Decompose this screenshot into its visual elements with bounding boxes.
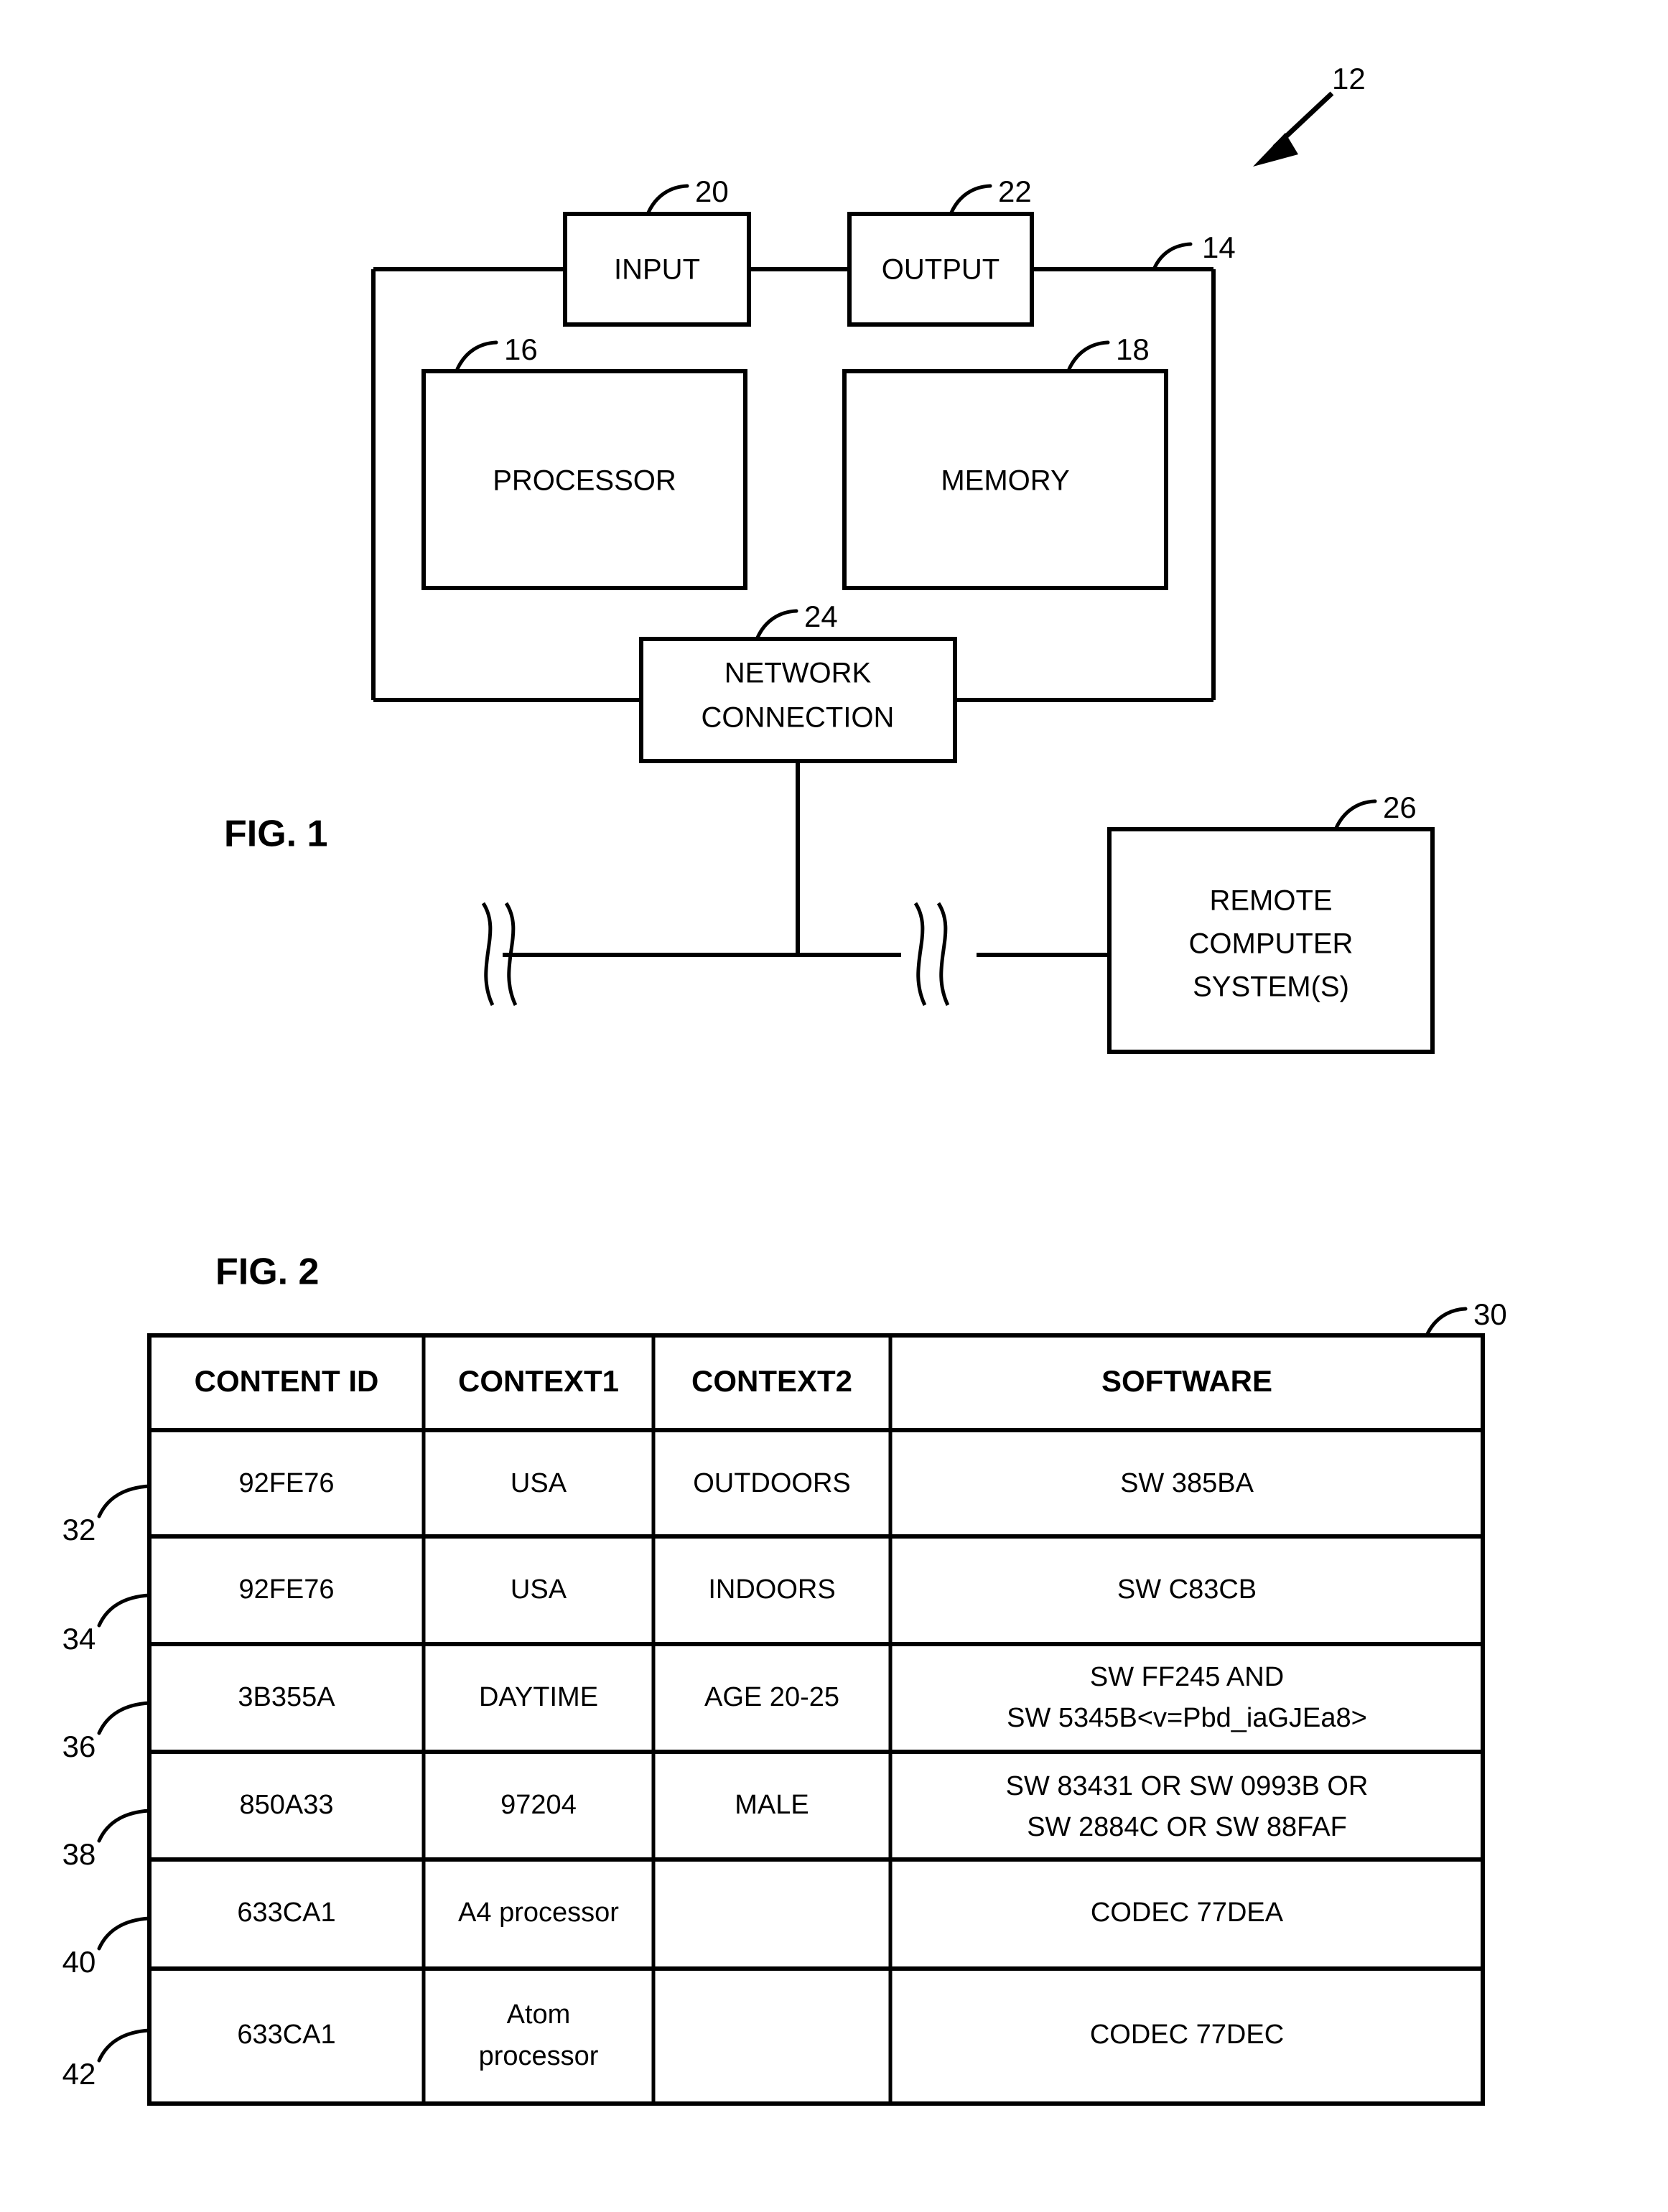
cell-context2: INDOORS [708,1574,835,1605]
block-memory: MEMORY [842,369,1168,590]
cell-context1-line2: processor [479,2041,599,2071]
ref-number-36: 36 [62,1730,96,1763]
block-remote-computer-system: REMOTE COMPUTER SYSTEM(S) [1107,827,1435,1054]
figure-2-label: FIG. 2 [215,1251,319,1293]
cell-context1: USA [511,1468,567,1498]
network-ref-leader [755,609,798,640]
cell-software: SW 385BA [1120,1468,1254,1498]
row-ref-leader-42 [97,2028,152,2063]
block-output: OUTPUT [847,212,1034,327]
block-network-connection-label-line1: NETWORK [724,658,872,689]
cell-content-id: 633CA1 [237,2020,335,2050]
output-ref-leader [949,184,992,215]
ref-number-34: 34 [62,1622,96,1656]
block-network-connection-label-line2: CONNECTION [702,702,895,734]
cell-context2: MALE [735,1790,809,1820]
line-break-squiggle-right [913,902,950,1007]
cell-software-line1: SW 83431 OR SW 0993B OR [1006,1771,1369,1801]
memory-ref-leader [1067,340,1110,371]
column-header-software: SOFTWARE [1101,1364,1272,1398]
patent-drawing-sheet: 12 14 INPUT 20 OUTPUT 22 PROCESSOR 16 ME… [0,0,1668,2212]
row-ref-leader-38 [97,1809,152,1843]
ref-number-20: 20 [695,174,729,208]
cell-context1: 97204 [500,1790,577,1820]
column-header-content-id: CONTENT ID [195,1364,379,1398]
row-ref-leader-34 [97,1593,152,1628]
row-ref-leader-32 [97,1484,152,1518]
processor-ref-leader [455,340,498,371]
block-processor-label: PROCESSOR [493,465,676,497]
cell-context2: AGE 20-25 [704,1682,839,1712]
system-ref-arrow [1253,91,1334,167]
block-remote-label-line3: SYSTEM(S) [1193,971,1349,1003]
column-header-context1: CONTEXT1 [458,1364,619,1398]
column-header-context2: CONTEXT2 [691,1364,852,1398]
remote-ref-leader [1334,799,1377,830]
ref-number-32: 32 [62,1513,96,1546]
cell-context1: USA [511,1574,567,1605]
cell-software-line2: SW 5345B<v=Pbd_iaGJEa8> [1007,1703,1367,1733]
cell-content-id: 92FE76 [238,1574,334,1605]
cell-content-id: 3B355A [238,1682,335,1712]
ref-number-16: 16 [504,332,538,366]
cell-context1-line1: Atom [507,1999,571,2030]
block-memory-label: MEMORY [941,465,1069,497]
ref-number-14: 14 [1202,230,1236,264]
figure-1-label: FIG. 1 [224,813,327,855]
ref-number-42: 42 [62,2057,96,2091]
cell-software: CODEC 77DEA [1091,1898,1284,1928]
block-input: INPUT [563,212,751,327]
table-header-row: CONTENT ID CONTEXT1 CONTEXT2 SOFTWARE [195,1364,1272,1398]
ref-number-40: 40 [62,1945,96,1979]
cell-content-id: 633CA1 [237,1898,335,1928]
ref-number-30: 30 [1473,1297,1507,1331]
block-network-connection: NETWORK CONNECTION [639,637,957,763]
ref-number-24: 24 [804,599,838,633]
cell-context2: OUTDOORS [693,1468,851,1498]
cell-software-line2: SW 2884C OR SW 88FAF [1027,1812,1347,1842]
figures-canvas: 12 14 INPUT 20 OUTPUT 22 PROCESSOR 16 ME… [62,62,1507,2106]
block-processor: PROCESSOR [421,369,747,590]
cell-content-id: 850A33 [239,1790,333,1820]
cell-content-id: 92FE76 [238,1468,334,1498]
row-ref-leader-36 [97,1701,152,1735]
cell-software: CODEC 77DEC [1090,2020,1284,2050]
cell-software-line1: SW FF245 AND [1090,1662,1284,1692]
bus-ref-leader [1152,242,1193,271]
table-ref-leader [1425,1307,1468,1338]
block-remote-label-line1: REMOTE [1209,885,1332,917]
ref-number-22: 22 [998,174,1032,208]
cell-context1: A4 processor [458,1898,619,1928]
block-remote-label-line2: COMPUTER [1189,928,1353,960]
row-ref-leader-40 [97,1916,152,1951]
line-break-squiggle-left [481,902,518,1007]
ref-number-12: 12 [1332,62,1366,95]
block-output-label: OUTPUT [882,254,1000,286]
ref-number-18: 18 [1116,332,1150,366]
ref-number-38: 38 [62,1837,96,1871]
input-ref-leader [646,184,689,215]
cell-software: SW C83CB [1117,1574,1257,1605]
cell-context1: DAYTIME [479,1682,598,1712]
block-input-label: INPUT [614,254,700,286]
ref-number-26: 26 [1383,790,1417,824]
